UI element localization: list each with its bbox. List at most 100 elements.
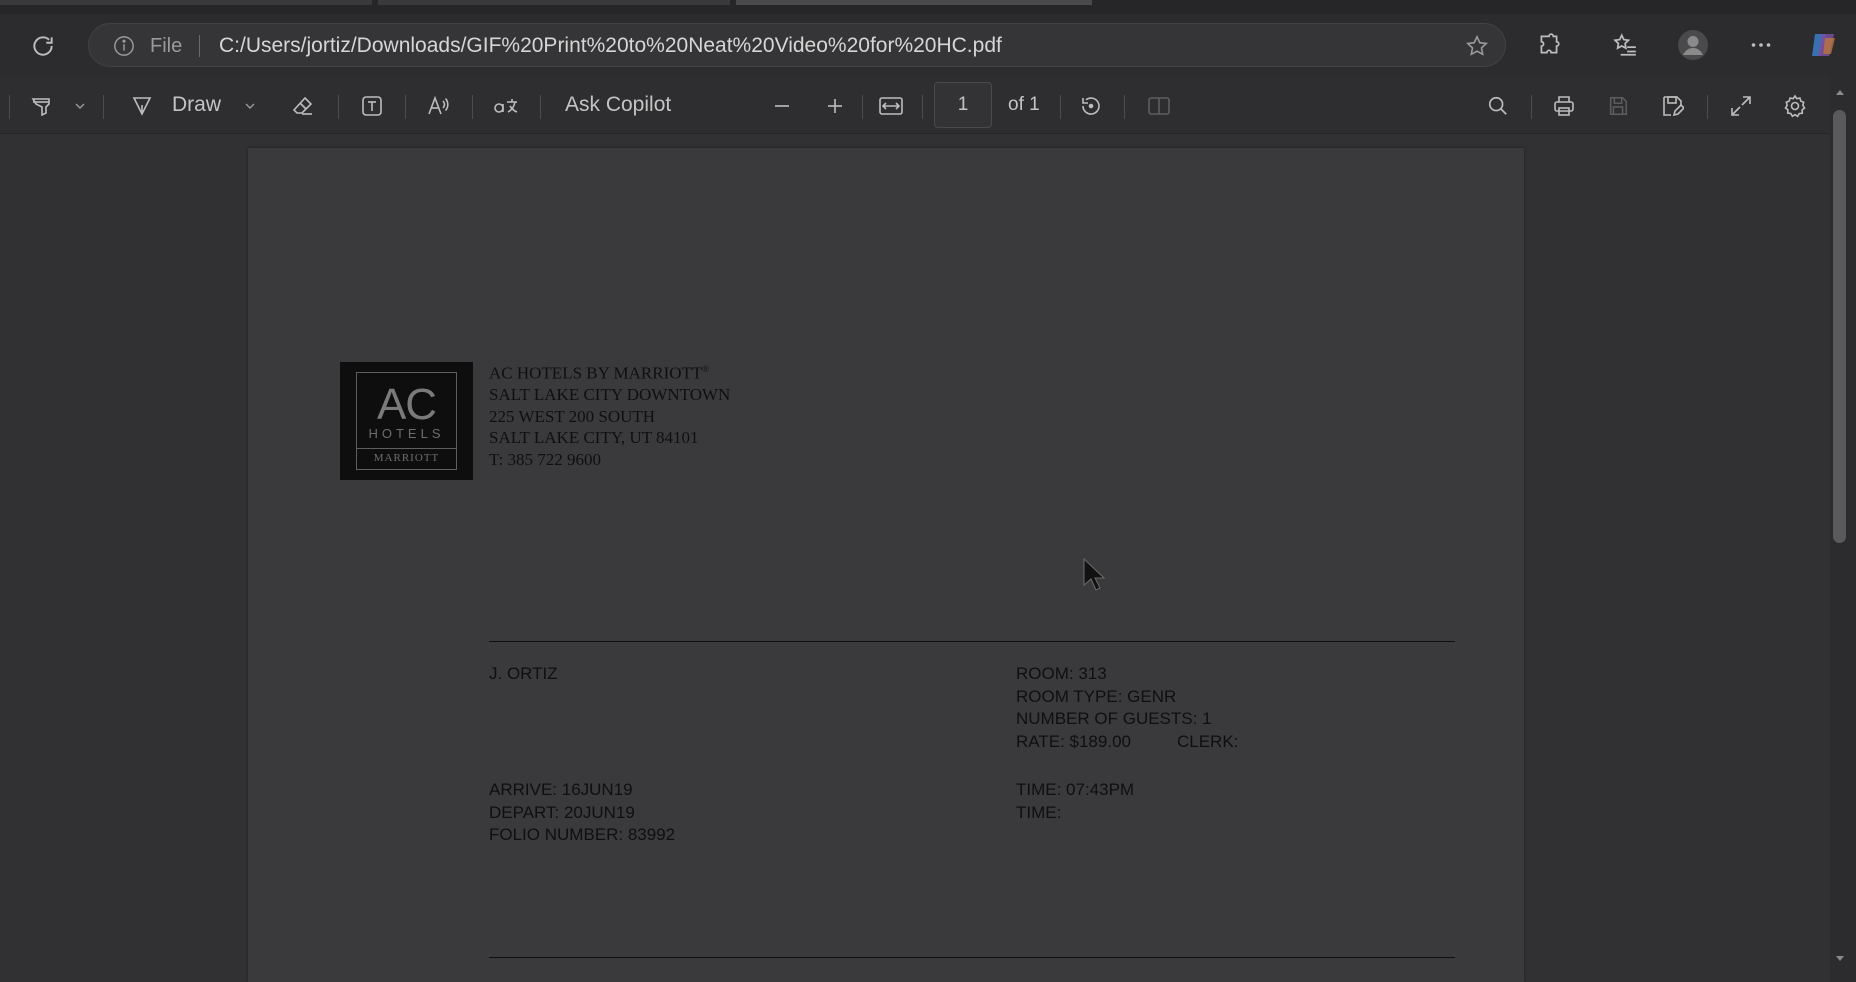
add-text-button[interactable]	[357, 92, 387, 120]
save-as-button[interactable]	[1657, 92, 1687, 120]
rotate-icon	[1082, 97, 1100, 115]
browser-tab[interactable]	[378, 0, 730, 5]
pen-icon	[132, 97, 152, 116]
scroll-down-arrow-icon[interactable]	[1834, 953, 1846, 965]
rotate-button[interactable]	[1076, 92, 1106, 120]
save-icon	[1609, 97, 1627, 115]
depart-date: DEPART: 20JUN19	[489, 802, 635, 822]
profile-button[interactable]	[1675, 27, 1711, 63]
hotel-name-line: AC HOTELS BY MARRIOTT®	[489, 359, 730, 384]
save-as-icon	[1663, 96, 1684, 117]
room-type: ROOM TYPE: GENR	[1016, 686, 1177, 706]
hotel-address-line-4: SALT LAKE CITY, UT 84101	[489, 428, 699, 448]
gear-icon	[1784, 94, 1806, 118]
translate-icon	[494, 99, 518, 113]
toolbar-separator	[862, 95, 863, 119]
address-bar[interactable]: File C:/Users/jortiz/Downloads/GIF%20Pri…	[88, 23, 1506, 67]
rate: RATE: $189.00	[1016, 731, 1131, 751]
depart-time: TIME:	[1016, 802, 1062, 822]
favorites-list-icon	[1613, 33, 1636, 56]
highlighter-icon	[31, 98, 50, 117]
translate-button[interactable]	[490, 92, 522, 120]
read-aloud-icon	[428, 95, 449, 115]
scrollbar-thumb[interactable]	[1833, 110, 1846, 543]
zoom-out-button[interactable]	[768, 92, 796, 120]
refresh-icon	[33, 36, 53, 56]
page-view-button[interactable]	[1144, 92, 1174, 120]
refresh-button[interactable]	[26, 29, 60, 63]
stay-dates-block: ARRIVE: 16JUN19 DEPART: 20JUN19 FOLIO NU…	[489, 779, 675, 847]
url-text[interactable]: C:/Users/jortiz/Downloads/GIF%20Print%20…	[219, 34, 1002, 58]
favorites-button[interactable]	[1608, 28, 1642, 62]
toolbar-separator	[472, 95, 473, 119]
fullscreen-button[interactable]	[1726, 92, 1756, 120]
arrive-date: ARRIVE: 16JUN19	[489, 780, 633, 799]
folio-number: FOLIO NUMBER: 83992	[489, 825, 676, 844]
address-bar-row: File C:/Users/jortiz/Downloads/GIF%20Pri…	[0, 14, 1856, 76]
extensions-button[interactable]	[1532, 28, 1566, 62]
hotel-phone: T: 385 722 9600	[489, 449, 602, 469]
draw-label[interactable]: Draw	[172, 93, 221, 117]
eraser-icon	[292, 96, 313, 115]
arrive-time: TIME: 07:43PM	[1016, 780, 1135, 799]
print-button[interactable]	[1549, 92, 1579, 120]
highlight-dropdown[interactable]	[70, 96, 90, 116]
minus-icon	[775, 105, 789, 107]
pdf-page: AC HOTELS MARRIOTT AC HOTELS BY MARRIOTT…	[248, 148, 1524, 982]
copilot-icon	[1812, 34, 1835, 56]
toolbar-separator	[338, 95, 339, 119]
toolbar-separator	[405, 95, 406, 119]
browser-tab-active[interactable]	[736, 0, 1092, 5]
ask-copilot-button[interactable]: Ask Copilot	[565, 93, 671, 117]
hotel-logo: AC HOTELS MARRIOTT	[340, 362, 473, 480]
favorite-star-icon[interactable]	[1465, 34, 1489, 63]
info-icon[interactable]	[113, 35, 135, 62]
read-aloud-button[interactable]	[424, 92, 454, 120]
tab-strip	[0, 0, 1856, 14]
toolbar-separator	[1060, 95, 1061, 119]
times-block: TIME: 07:43PM TIME:	[1016, 779, 1134, 824]
toolbar-separator	[922, 95, 923, 119]
toolbar-separator	[540, 95, 541, 119]
more-options-button[interactable]	[1744, 28, 1778, 62]
toolbar-separator	[103, 95, 104, 119]
logo-marriott-text: MARRIOTT	[373, 452, 440, 464]
copilot-button[interactable]	[1806, 26, 1842, 64]
settings-button[interactable]	[1780, 92, 1810, 120]
scroll-up-arrow-icon[interactable]	[1834, 86, 1846, 98]
erase-button[interactable]	[288, 92, 318, 120]
fit-width-icon	[879, 97, 903, 115]
registered-mark: ®	[702, 364, 710, 374]
mouse-cursor-icon	[1083, 558, 1105, 591]
avatar-icon	[1678, 30, 1708, 60]
zoom-in-button[interactable]	[821, 92, 849, 120]
highlight-button[interactable]	[26, 92, 56, 120]
toolbar-separator	[9, 95, 10, 119]
find-button[interactable]	[1483, 92, 1513, 120]
guest-name: J. ORTIZ	[489, 664, 558, 683]
draw-button[interactable]	[128, 92, 156, 120]
save-button[interactable]	[1603, 92, 1633, 120]
page-number-input[interactable]: 1	[934, 82, 992, 128]
puzzle-icon	[1540, 33, 1560, 54]
logo-ac-text: AC	[376, 380, 437, 429]
room-info-block: ROOM: 313 ROOM TYPE: GENR NUMBER OF GUES…	[1016, 663, 1238, 753]
logo-hotels-text: HOTELS	[368, 426, 445, 441]
two-page-icon	[1148, 97, 1170, 115]
toolbar-separator	[1707, 95, 1708, 119]
hotel-name: AC HOTELS BY MARRIOTT	[489, 363, 703, 383]
printer-icon	[1554, 96, 1574, 116]
hotel-address-block: AC HOTELS BY MARRIOTT® SALT LAKE CITY DO…	[489, 359, 730, 470]
fit-width-button[interactable]	[875, 92, 907, 120]
plus-icon	[828, 99, 842, 113]
room-number: ROOM: 313	[1016, 664, 1107, 683]
toolbar-separator	[1531, 95, 1532, 119]
expand-icon	[1731, 96, 1751, 116]
draw-dropdown[interactable]	[240, 96, 260, 116]
hotel-address-line-2: SALT LAKE CITY DOWNTOWN	[489, 385, 731, 405]
chevron-down-icon	[245, 103, 255, 109]
hotel-address-line-3: 225 WEST 200 SOUTH	[489, 406, 656, 426]
logo-divider	[356, 448, 457, 449]
browser-tab[interactable]	[0, 0, 372, 5]
chevron-down-icon	[75, 103, 85, 109]
